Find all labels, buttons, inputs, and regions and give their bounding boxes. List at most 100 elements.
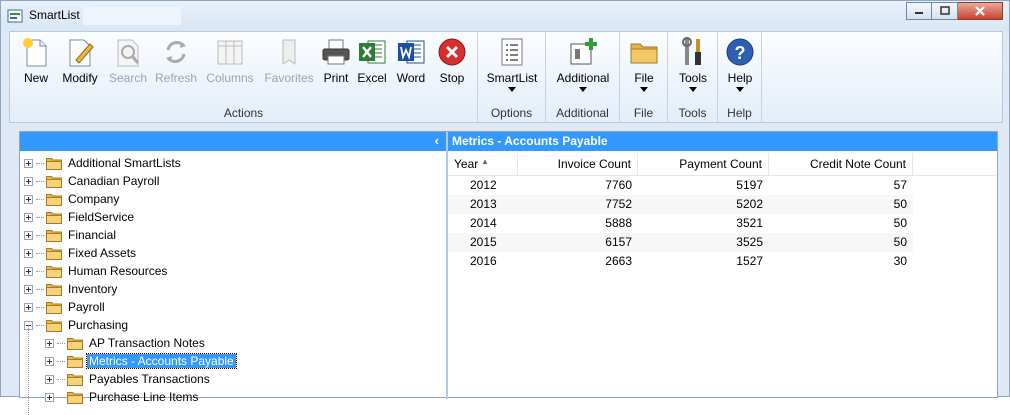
tree-node-label: Financial [68, 228, 117, 242]
tree-node-label: AP Transaction Notes [89, 336, 205, 350]
close-icon [975, 6, 985, 16]
table-row[interactable]: 2016 2663 1527 30 [448, 252, 913, 271]
tree-node[interactable]: Additional SmartLists [24, 154, 183, 172]
expand-icon[interactable] [24, 176, 33, 186]
actions-group-title: Actions [223, 106, 264, 120]
table-row[interactable]: 2014 5888 3521 50 [448, 214, 913, 233]
expand-icon[interactable] [24, 230, 33, 240]
tree-node[interactable]: Financial [24, 226, 118, 244]
table-cell: 7752 [605, 197, 632, 211]
tools-group: Tools Tools [668, 32, 718, 122]
table-cell: 3521 [736, 216, 763, 230]
table-cell: 5197 [736, 178, 763, 192]
table-cell: 50 [893, 216, 907, 230]
table-row[interactable]: 2015 6157 3525 50 [448, 233, 913, 252]
tree-node-label: Purchase Line Items [89, 390, 199, 404]
expand-icon[interactable] [24, 194, 33, 204]
file-menu-button[interactable]: File [624, 36, 664, 92]
options-group: SmartList Options [478, 32, 546, 122]
column-label: Invoice Count [557, 157, 631, 171]
new-icon [23, 38, 47, 67]
tree-node-label: Canadian Payroll [68, 174, 160, 188]
close-button[interactable] [958, 2, 1003, 20]
print-button[interactable]: Print [318, 36, 354, 85]
tree-node[interactable]: Fixed Assets [24, 244, 138, 262]
additional-menu-button[interactable]: Additional [550, 36, 616, 92]
collapse-pane-icon[interactable]: ‹ [435, 133, 439, 148]
tree-node[interactable]: AP Transaction Notes [45, 334, 207, 352]
tree-guide-line [28, 325, 29, 415]
folder-icon [67, 337, 83, 350]
tree-connector [36, 324, 44, 326]
tree-node[interactable]: Payroll [24, 298, 107, 316]
table-cell: 3525 [736, 235, 763, 249]
main-area: ‹ Metrics - Accounts Payable Additional … [19, 131, 998, 415]
folder-icon [46, 193, 62, 206]
help-menu-button[interactable]: ? Help [722, 36, 758, 92]
smartlist-menu-button[interactable]: SmartList [484, 36, 540, 92]
minimize-icon [915, 12, 923, 14]
expand-icon[interactable] [45, 392, 54, 402]
tree-node[interactable]: Human Resources [24, 262, 169, 280]
tree-node[interactable]: Metrics - Accounts Payable [45, 352, 237, 370]
expand-icon[interactable] [24, 302, 33, 312]
word-icon [398, 40, 425, 64]
folder-icon [46, 247, 62, 260]
refresh-button[interactable]: Refresh [152, 36, 200, 85]
svg-text:?: ? [735, 43, 746, 63]
expand-icon[interactable] [24, 158, 33, 168]
tools-menu-button[interactable]: Tools [672, 36, 714, 92]
expand-icon[interactable] [45, 356, 54, 366]
tree-node-label: Metrics - Accounts Payable [86, 353, 237, 369]
tree-node-label: Human Resources [68, 264, 168, 278]
tools-group-title: Tools [678, 106, 707, 120]
new-button[interactable]: New [16, 36, 56, 85]
expand-icon[interactable] [24, 248, 33, 258]
app-icon [7, 9, 23, 23]
options-group-title: Options [490, 106, 533, 120]
modify-button[interactable]: Modify [58, 36, 102, 85]
expand-icon[interactable] [45, 338, 54, 348]
table-row[interactable]: 2013 7752 5202 50 [448, 195, 913, 214]
help-menu-label: Help [727, 71, 753, 85]
tree-node[interactable]: FieldService [24, 208, 136, 226]
expand-icon[interactable] [24, 212, 33, 222]
tree-node-label: Payables Transactions [89, 372, 210, 386]
tree-node[interactable]: Canadian Payroll [24, 172, 161, 190]
table-cell: 2015 [470, 235, 497, 249]
expand-icon[interactable] [24, 266, 33, 276]
maximize-button[interactable] [932, 2, 958, 20]
tree-node[interactable]: Purchasing [24, 316, 130, 334]
expand-icon[interactable] [45, 374, 54, 384]
chevron-down-icon [508, 87, 516, 92]
folder-icon [46, 175, 62, 188]
tree-node[interactable]: Inventory [24, 280, 119, 298]
tree-node[interactable]: Payables Transactions [45, 370, 212, 388]
table-cell: 2012 [470, 178, 497, 192]
favorites-button[interactable]: Favorites [260, 36, 318, 85]
tree-node[interactable]: Company [24, 190, 121, 208]
stop-button[interactable]: Stop [434, 36, 470, 85]
file-group: File File [620, 32, 668, 122]
additional-menu-label: Additional [556, 71, 610, 85]
excel-button[interactable]: Excel [354, 36, 390, 85]
column-header-payment-count[interactable]: Payment Count [638, 153, 769, 175]
column-header-invoice-count[interactable]: Invoice Count [518, 153, 638, 175]
minimize-button[interactable] [906, 2, 932, 20]
folder-icon [46, 157, 62, 170]
tree-node-label: Additional SmartLists [68, 156, 181, 170]
refresh-icon [166, 41, 186, 63]
table-cell: 5888 [605, 216, 632, 230]
table-row[interactable]: 2012 7760 5197 57 [448, 176, 913, 195]
word-label: Word [396, 71, 426, 85]
chevron-down-icon [640, 87, 648, 92]
column-header-credit-note-count[interactable]: Credit Note Count [769, 153, 913, 175]
word-button[interactable]: Word [392, 36, 430, 85]
columns-button[interactable]: Columns [202, 36, 258, 85]
column-header-year[interactable]: ▲ Year [448, 153, 518, 175]
expand-icon[interactable] [24, 284, 33, 294]
search-button[interactable]: Search [104, 36, 152, 85]
tree-node[interactable]: Purchase Line Items [45, 388, 200, 406]
tree-connector [36, 288, 44, 290]
smartlist-menu-label: SmartList [486, 71, 538, 85]
